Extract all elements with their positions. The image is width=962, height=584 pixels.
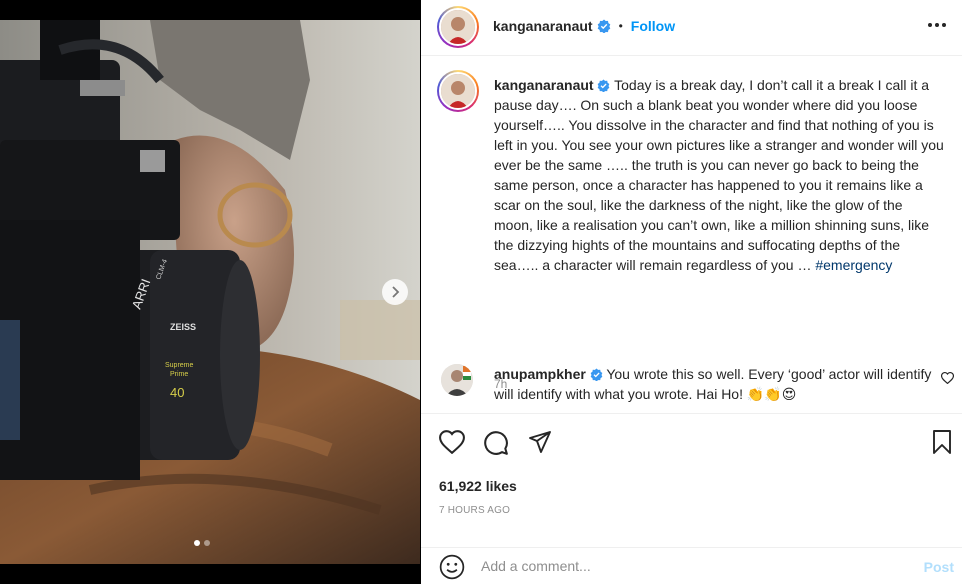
carousel-dot — [204, 540, 210, 546]
comment-username[interactable]: anupampkher — [494, 366, 586, 382]
next-image-button[interactable] — [382, 279, 408, 305]
avatar-image — [439, 72, 477, 110]
avatar[interactable] — [437, 6, 479, 48]
comment-icon[interactable] — [483, 430, 509, 456]
heart-icon[interactable] — [439, 430, 465, 454]
add-comment-bar: Post — [421, 547, 962, 584]
comment-input[interactable] — [481, 552, 881, 580]
bookmark-icon[interactable] — [931, 430, 953, 454]
post-image[interactable]: ARRI CLM-4 ZEISS Supreme Prime 40 — [0, 20, 420, 564]
carousel-dot — [194, 540, 200, 546]
verified-icon — [590, 368, 603, 381]
header-separator: • — [618, 19, 623, 33]
lens-maker-text: ZEISS — [170, 322, 196, 332]
commenter-avatar[interactable] — [441, 364, 473, 396]
chevron-right-icon — [392, 286, 400, 298]
camera-photo: ARRI CLM-4 ZEISS Supreme Prime 40 — [0, 20, 420, 564]
posted-time: 7 HOURS AGO — [439, 505, 511, 516]
share-icon[interactable] — [527, 430, 553, 454]
caption-body: kanganaranaut Today is a break day, I do… — [494, 75, 944, 275]
more-icon[interactable] — [926, 14, 948, 36]
verified-icon — [597, 19, 610, 33]
caption-avatar[interactable] — [437, 70, 479, 112]
post-comment-button[interactable]: Post — [924, 559, 954, 575]
follow-button[interactable]: Follow — [631, 18, 675, 34]
emoji-icon[interactable] — [439, 554, 465, 580]
caption-username[interactable]: kanganaranaut — [494, 77, 594, 93]
avatar-image — [439, 8, 477, 46]
lens-focal-text: 40 — [170, 385, 184, 400]
comment-body: anupampkher You wrote this so well. Ever… — [494, 364, 934, 404]
instagram-post-modal: ARRI CLM-4 ZEISS Supreme Prime 40 kangan… — [0, 0, 962, 584]
post-actions: 61,922 likes 7 HOURS AGO Post — [421, 413, 962, 583]
comment-like-icon[interactable] — [941, 372, 954, 384]
caption-text: Today is a break day, I don’t call it a … — [494, 77, 944, 273]
post-header: kanganaranaut • Follow — [421, 0, 962, 56]
verified-icon — [598, 79, 610, 92]
post-side-panel: kanganaranaut • Follow kanganaranaut Tod… — [421, 0, 962, 584]
carousel-indicator — [194, 540, 210, 546]
header-username[interactable]: kanganaranaut — [493, 18, 593, 34]
caption-hashtag-link[interactable]: #emergency — [815, 257, 892, 273]
likes-count[interactable]: 61,922 likes — [439, 478, 517, 494]
lens-series-text-2: Prime — [170, 371, 188, 378]
lens-series-text-1: Supreme — [165, 362, 194, 369]
